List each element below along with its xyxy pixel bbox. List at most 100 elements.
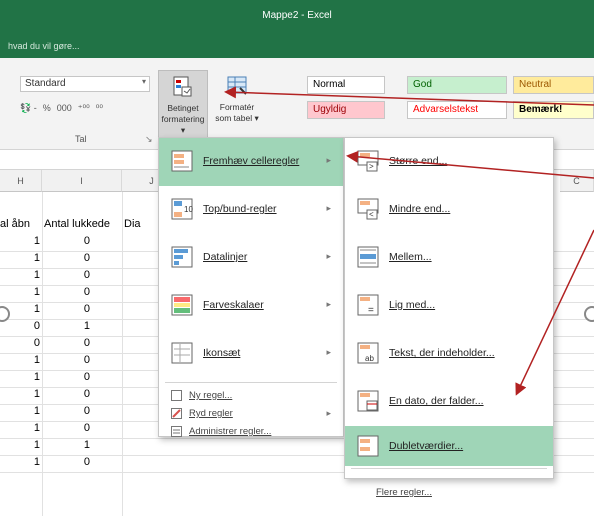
- menu-item-icon-sets[interactable]: Ikonsæt ▸: [159, 330, 343, 378]
- cell-open-count[interactable]: 1: [20, 388, 40, 400]
- column-header-c[interactable]: C: [560, 170, 594, 192]
- cell-open-count[interactable]: 1: [20, 422, 40, 434]
- menu-label: Tekst, der indeholder...: [389, 347, 495, 359]
- menu-separator: [165, 382, 337, 383]
- svg-text:<: <: [369, 210, 374, 219]
- cell-open-count[interactable]: 1: [20, 286, 40, 298]
- style-note[interactable]: Bemærk!: [513, 101, 594, 119]
- style-bad[interactable]: Ugyldig: [307, 101, 385, 119]
- menu-item-color-scales[interactable]: Farveskalaer ▸: [159, 282, 343, 330]
- increase-decimal-button[interactable]: ⁺⁰⁰: [78, 103, 90, 114]
- style-good[interactable]: God: [407, 76, 507, 94]
- cell-closed-count[interactable]: 0: [70, 405, 90, 417]
- cell-open-count[interactable]: 1: [20, 252, 40, 264]
- cell-open-count[interactable]: 1: [20, 439, 40, 451]
- greater-than-icon: >: [357, 150, 379, 172]
- submenu-item-greater-than[interactable]: > Større end...: [345, 138, 553, 186]
- cell-closed-count[interactable]: 0: [70, 354, 90, 366]
- thousands-button[interactable]: 000: [57, 103, 72, 114]
- cell-closed-count[interactable]: 1: [70, 439, 90, 451]
- format-as-table-label-1: Formatér: [219, 102, 255, 112]
- submenu-item-less-than[interactable]: < Mindre end...: [345, 186, 553, 234]
- submenu-item-more-rules[interactable]: Flere regler...: [376, 487, 432, 498]
- submenu-item-duplicate-values[interactable]: Dubletværdier...: [345, 426, 553, 466]
- menu-item-new-rule[interactable]: Ny regel...: [159, 386, 343, 406]
- tell-me-box[interactable]: hvad du vil gøre...: [8, 41, 80, 51]
- equal-to-icon: =: [357, 294, 379, 316]
- menu-label: Ikonsæt: [203, 347, 241, 359]
- header-cell-closed[interactable]: Antal lukkede: [44, 218, 122, 230]
- cell-open-count[interactable]: 1: [20, 405, 40, 417]
- cell-closed-count[interactable]: 0: [70, 337, 90, 349]
- menu-item-manage-rules[interactable]: Administrer regler...: [159, 422, 343, 442]
- conditional-formatting-menu: Fremhæv celleregler ▸ 10 Top/bund-regler…: [158, 137, 344, 437]
- menu-item-data-bars[interactable]: Datalinjer ▸: [159, 234, 343, 282]
- manage-rules-icon: [171, 426, 182, 437]
- cell-open-count[interactable]: 1: [20, 269, 40, 281]
- chevron-right-icon: ▸: [326, 155, 331, 165]
- conditional-formatting-button[interactable]: Betinget formatering ▾: [158, 70, 208, 142]
- header-cell-open[interactable]: al åbn: [0, 218, 42, 230]
- menu-label: Ryd regler: [189, 408, 233, 419]
- conditional-formatting-icon: [173, 76, 192, 97]
- cell-closed-count[interactable]: 0: [70, 235, 90, 247]
- top-bottom-icon: 10: [171, 198, 193, 220]
- column-header-h[interactable]: H: [0, 170, 42, 192]
- menu-label: Ny regel...: [189, 390, 233, 401]
- svg-text:=: =: [368, 305, 374, 316]
- submenu-item-between[interactable]: Mellem...: [345, 234, 553, 282]
- menu-label: Administrer regler...: [189, 426, 272, 437]
- number-format-dropdown[interactable]: Standard ▾: [20, 76, 150, 92]
- menu-item-clear-rules[interactable]: Ryd regler ▸: [159, 404, 343, 424]
- resize-handle-right[interactable]: [584, 306, 594, 322]
- cell-open-count[interactable]: 1: [20, 371, 40, 383]
- style-neutral[interactable]: Neutral: [513, 76, 594, 94]
- highlight-rules-icon: [171, 150, 193, 172]
- cell-closed-count[interactable]: 0: [70, 388, 90, 400]
- cell-open-count[interactable]: 1: [20, 235, 40, 247]
- cell-open-count[interactable]: 0: [20, 320, 40, 332]
- conditional-formatting-label-2: formatering ▾: [161, 114, 205, 135]
- header-cell-dia[interactable]: Dia: [124, 218, 160, 230]
- decrease-decimal-button[interactable]: ⁰⁰: [96, 103, 103, 114]
- less-than-icon: <: [357, 198, 379, 220]
- cell-closed-count[interactable]: 0: [70, 252, 90, 264]
- cell-closed-count[interactable]: 0: [70, 269, 90, 281]
- currency-button[interactable]: 💱 -: [20, 103, 37, 114]
- menu-label: Datalinjer: [203, 251, 248, 263]
- menu-label: En dato, der falder...: [389, 395, 484, 407]
- cell-open-count[interactable]: 1: [20, 354, 40, 366]
- cell-closed-count[interactable]: 0: [70, 371, 90, 383]
- dialog-launcher-icon[interactable]: ↘: [145, 134, 153, 145]
- color-scales-icon: [171, 294, 193, 316]
- chevron-down-icon: ▾: [141, 77, 146, 86]
- submenu-item-text-contains[interactable]: ab Tekst, der indeholder...: [345, 330, 553, 378]
- menu-item-top-bottom-rules[interactable]: 10 Top/bund-regler ▸: [159, 186, 343, 234]
- cell-closed-count[interactable]: 0: [70, 303, 90, 315]
- svg-text:10: 10: [184, 205, 193, 214]
- submenu-item-equal-to[interactable]: = Lig med...: [345, 282, 553, 330]
- submenu-item-date-occurring[interactable]: En dato, der falder...: [345, 378, 553, 426]
- style-normal[interactable]: Normal: [307, 76, 385, 94]
- svg-text:>: >: [369, 162, 374, 171]
- column-header-i[interactable]: I: [42, 170, 122, 192]
- chevron-right-icon: ▸: [326, 408, 331, 418]
- format-as-table-button[interactable]: Formatér som tabel ▾: [212, 70, 262, 142]
- menu-label: Lig med...: [389, 299, 436, 311]
- cell-open-count[interactable]: 1: [20, 456, 40, 468]
- percent-button[interactable]: %: [43, 103, 51, 114]
- cell-open-count[interactable]: 0: [20, 337, 40, 349]
- cell-closed-count[interactable]: 0: [70, 456, 90, 468]
- cell-open-count[interactable]: 1: [20, 303, 40, 315]
- menu-item-highlight-cell-rules[interactable]: Fremhæv celleregler ▸: [159, 138, 343, 186]
- icon-sets-icon: [171, 342, 193, 364]
- cell-closed-count[interactable]: 0: [70, 286, 90, 298]
- new-rule-icon: [171, 390, 182, 401]
- cell-closed-count[interactable]: 0: [70, 422, 90, 434]
- chevron-right-icon: ▸: [326, 347, 331, 357]
- menu-label: Farveskalaer: [203, 299, 264, 311]
- menu-label: Større end...: [389, 155, 448, 167]
- cell-closed-count[interactable]: 1: [70, 320, 90, 332]
- style-warning-text[interactable]: Advarselstekst: [407, 101, 507, 119]
- svg-text:ab: ab: [365, 354, 374, 363]
